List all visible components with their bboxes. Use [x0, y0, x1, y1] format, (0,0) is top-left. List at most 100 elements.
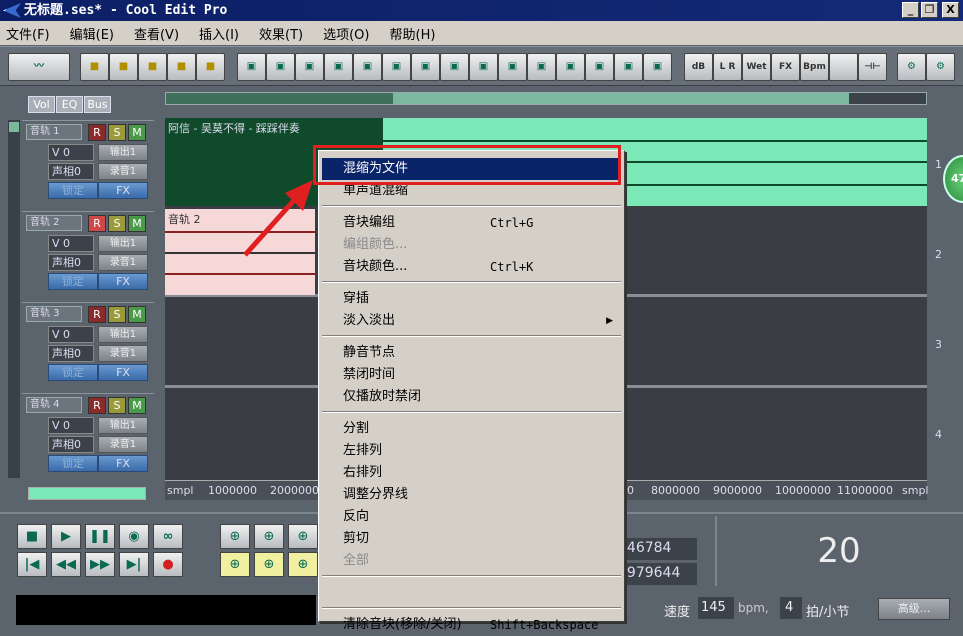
solo-button[interactable]: S — [108, 397, 126, 414]
zoom-sel-3-icon[interactable]: ⊕ — [288, 552, 318, 577]
record-arm-button[interactable]: R — [88, 397, 106, 414]
record-input-button[interactable]: 录音1 — [98, 163, 148, 180]
lock-clock-icon[interactable]: ⚙ — [926, 53, 955, 81]
envelope-icon[interactable]: ⊣⊢ — [858, 53, 887, 81]
context-menu-item[interactable]: 禁闭时间 — [322, 364, 621, 386]
envelope-icon[interactable]: Wet — [742, 53, 771, 81]
lock-button[interactable]: 锁定 — [48, 273, 98, 290]
snap1-icon[interactable]: ▣ — [527, 53, 556, 81]
mute-button[interactable]: M — [128, 397, 146, 414]
lock-button[interactable]: 锁定 — [48, 455, 98, 472]
record-arm-button[interactable]: R — [88, 306, 106, 323]
record-arm-button[interactable]: R — [88, 215, 106, 232]
track-select-indicator[interactable] — [9, 122, 19, 132]
open-icon[interactable]: ■ — [109, 53, 138, 81]
undo-icon[interactable]: ▣ — [237, 53, 266, 81]
envelope-icon[interactable]: FX — [771, 53, 800, 81]
envelope-icon[interactable]: L R — [713, 53, 742, 81]
track-name[interactable]: 音轨 3 — [26, 306, 82, 322]
save-icon[interactable]: ■ — [167, 53, 196, 81]
context-menu-item[interactable]: 清除音块(移除/关闭) Shift+Backspace — [322, 614, 621, 636]
record-input-button[interactable]: 录音1 — [98, 345, 148, 362]
rewind-icon[interactable]: ◀◀ — [51, 552, 81, 577]
track-name[interactable]: 音轨 1 — [26, 124, 82, 140]
record-icon[interactable]: ● — [153, 552, 183, 577]
settings-icon[interactable]: ⚙ — [897, 53, 926, 81]
solo-button[interactable]: S — [108, 306, 126, 323]
bpm-input[interactable]: 145 — [698, 597, 734, 619]
snap3-icon[interactable]: ▣ — [585, 53, 614, 81]
context-menu-item[interactable]: 分割 — [322, 418, 621, 440]
context-menu-item[interactable]: 反向 — [322, 506, 621, 528]
crop-icon[interactable]: ▣ — [295, 53, 324, 81]
lock-button[interactable]: 锁定 — [48, 364, 98, 381]
solo-button[interactable]: S — [108, 124, 126, 141]
menu-item[interactable]: 选项(O) — [323, 24, 369, 43]
zoom-in-icon[interactable]: ⊕ — [220, 524, 250, 549]
close-button[interactable]: X — [942, 2, 959, 18]
context-menu-item[interactable]: 静音节点 — [322, 342, 621, 364]
volume-field[interactable]: V 0 — [48, 326, 94, 343]
tab-vol[interactable]: Vol — [28, 96, 55, 113]
solo-button[interactable]: S — [108, 215, 126, 232]
zoom-full-icon[interactable]: ⊕ — [288, 524, 318, 549]
pause-icon[interactable]: ❚❚ — [85, 524, 115, 549]
menu-item[interactable]: 查看(V) — [134, 24, 179, 43]
output-button[interactable]: 输出1 — [98, 144, 148, 161]
loop-icon[interactable]: ▣ — [353, 53, 382, 81]
output-button[interactable]: 输出1 — [98, 417, 148, 434]
mute-button[interactable]: M — [128, 124, 146, 141]
record-arm-button[interactable]: R — [88, 124, 106, 141]
fast-forward-icon[interactable]: ▶▶ — [85, 552, 115, 577]
menu-item[interactable]: 效果(T) — [259, 24, 303, 43]
lock-icon[interactable]: ▣ — [469, 53, 498, 81]
pan-field[interactable]: 声相0 — [48, 436, 94, 453]
advanced-button[interactable]: 高级... — [878, 598, 950, 620]
context-menu-item[interactable]: 调整分界线 — [322, 484, 621, 506]
context-menu-item[interactable]: 音块编组 Ctrl+G — [322, 212, 621, 234]
print-icon[interactable]: ■ — [138, 53, 167, 81]
insert-icon[interactable]: ▣ — [382, 53, 411, 81]
volume-field[interactable]: V 0 — [48, 235, 94, 252]
new-icon[interactable]: ■ — [80, 53, 109, 81]
pan-field[interactable]: 声相0 — [48, 345, 94, 362]
beats-input[interactable]: 4 — [780, 597, 802, 619]
output-button[interactable]: 输出1 — [98, 326, 148, 343]
envelope-icon[interactable]: ▣ — [440, 53, 469, 81]
save-as-icon[interactable]: ■ — [196, 53, 225, 81]
waveform-view-icon[interactable]: 〰 — [8, 53, 70, 81]
overview-visible-region[interactable] — [393, 93, 849, 104]
pan-field[interactable]: 声相0 — [48, 163, 94, 180]
context-menu-item[interactable]: 左排列 — [322, 440, 621, 462]
pan-field[interactable]: 声相0 — [48, 254, 94, 271]
output-button[interactable]: 输出1 — [98, 235, 148, 252]
menu-item[interactable]: 编辑(E) — [70, 24, 114, 43]
go-end-icon[interactable]: ▶| — [119, 552, 149, 577]
go-start-icon[interactable]: |◀ — [17, 552, 47, 577]
mute-button[interactable]: M — [128, 306, 146, 323]
volume-field[interactable]: V 0 — [48, 144, 94, 161]
fx-button[interactable]: FX — [98, 364, 148, 381]
record-input-button[interactable]: 录音1 — [98, 436, 148, 453]
cut-icon[interactable]: ▣ — [266, 53, 295, 81]
record-input-button[interactable]: 录音1 — [98, 254, 148, 271]
track-name[interactable]: 音轨 4 — [26, 397, 82, 413]
tab-bus[interactable]: Bus — [84, 96, 111, 113]
fx-button[interactable]: FX — [98, 182, 148, 199]
menu-item[interactable]: 插入(I) — [199, 24, 239, 43]
envelope-icon[interactable]: dB — [684, 53, 713, 81]
lock-button[interactable]: 锁定 — [48, 182, 98, 199]
menu-item[interactable]: 帮助(H) — [390, 24, 436, 43]
overview-scrollbar[interactable] — [165, 92, 927, 105]
stop-icon[interactable]: ■ — [17, 524, 47, 549]
zoom-go-icon[interactable]: ▣ — [643, 53, 672, 81]
tab-eq[interactable]: EQ — [56, 96, 83, 113]
envelope-icon[interactable] — [829, 53, 858, 81]
envelope-icon[interactable]: Bpm — [800, 53, 829, 81]
snap2-icon[interactable]: ▣ — [556, 53, 585, 81]
restore-button[interactable]: ❐ — [921, 2, 938, 18]
loop-icon[interactable]: ∞ — [153, 524, 183, 549]
split-icon[interactable]: ▣ — [324, 53, 353, 81]
context-menu-item[interactable]: 右排列 — [322, 462, 621, 484]
fx-button[interactable]: FX — [98, 273, 148, 290]
